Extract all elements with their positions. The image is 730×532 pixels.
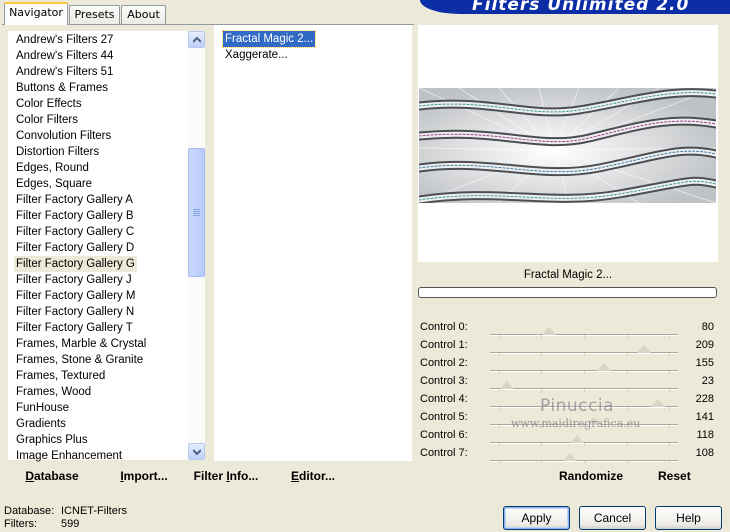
- filter-info-button[interactable]: Filter Info...: [193, 463, 259, 489]
- control-label: Control 4:: [420, 393, 468, 405]
- category-item[interactable]: Filter Factory Gallery G: [14, 256, 137, 272]
- category-item[interactable]: Gradients: [14, 416, 68, 432]
- watermark-site: www.maidiregrafica.eu: [511, 417, 641, 430]
- category-item[interactable]: Andrew's Filters 44: [14, 48, 115, 64]
- scroll-down-button[interactable]: [188, 443, 205, 460]
- control-slider[interactable]: [490, 363, 678, 375]
- editor-button[interactable]: Editor...: [290, 463, 336, 489]
- category-item[interactable]: Filter Factory Gallery D: [14, 240, 136, 256]
- category-item[interactable]: Frames, Textured: [14, 368, 107, 384]
- category-item[interactable]: Edges, Round: [14, 160, 91, 176]
- control-value: 23: [701, 375, 714, 387]
- control-slider[interactable]: [490, 345, 678, 357]
- filter-item[interactable]: Xaggerate...: [223, 47, 290, 63]
- filter-item[interactable]: Fractal Magic 2...: [221, 30, 317, 48]
- control-label: Control 7:: [420, 447, 468, 459]
- category-item[interactable]: Graphics Plus: [14, 432, 90, 448]
- category-item[interactable]: Edges, Square: [14, 176, 94, 192]
- filters-count: 599: [61, 518, 80, 530]
- tab-about[interactable]: About: [121, 5, 166, 24]
- filter-list[interactable]: Fractal Magic 2... Xaggerate...: [214, 25, 412, 461]
- control-value: 141: [695, 411, 714, 423]
- control-value: 118: [696, 429, 714, 441]
- tab-navigator[interactable]: Navigator: [4, 2, 68, 25]
- slider-thumb[interactable]: [500, 381, 514, 389]
- control-label: Control 3:: [420, 375, 468, 387]
- category-item[interactable]: Image Enhancement: [14, 448, 124, 464]
- control-label: Control 0:: [420, 321, 468, 333]
- scroll-thumb[interactable]: [188, 148, 205, 277]
- control-value: 155: [695, 357, 714, 369]
- category-item[interactable]: Andrew's Filters 51: [14, 64, 115, 80]
- category-item[interactable]: Filter Factory Gallery T: [14, 320, 135, 336]
- control-label: Control 5:: [420, 411, 468, 423]
- control-label: Control 1:: [420, 339, 468, 351]
- category-item[interactable]: Filter Factory Gallery A: [14, 192, 135, 208]
- tab-presets[interactable]: Presets: [69, 5, 120, 24]
- progress-bar: [418, 287, 717, 298]
- control-slider[interactable]: [490, 435, 678, 447]
- filters-label: Filters:: [4, 518, 37, 530]
- category-item[interactable]: Frames, Stone & Granite: [14, 352, 145, 368]
- control-1: Control 1: 209: [418, 337, 718, 357]
- category-item[interactable]: Frames, Wood: [14, 384, 93, 400]
- category-item[interactable]: FunHouse: [14, 400, 71, 416]
- control-value: 209: [695, 339, 714, 351]
- category-scrollbar[interactable]: [188, 31, 205, 460]
- category-item[interactable]: Color Filters: [14, 112, 80, 128]
- chevron-up-icon: [193, 37, 201, 43]
- category-item[interactable]: Filter Factory Gallery B: [14, 208, 136, 224]
- control-slider[interactable]: [490, 327, 678, 339]
- cancel-button[interactable]: Cancel: [579, 506, 646, 530]
- control-value: 228: [695, 393, 714, 405]
- category-item[interactable]: Buttons & Frames: [14, 80, 110, 96]
- left-button-bar: Database Import... Filter Info... Editor…: [8, 463, 413, 489]
- import-button[interactable]: Import...: [114, 463, 174, 489]
- category-item[interactable]: Color Effects: [14, 96, 84, 112]
- category-item[interactable]: Frames, Marble & Crystal: [14, 336, 148, 352]
- category-list[interactable]: Andrew's Filters 27 Andrew's Filters 44 An…: [8, 31, 188, 462]
- reset-button[interactable]: Reset: [658, 463, 691, 489]
- category-item[interactable]: Convolution Filters: [14, 128, 113, 144]
- control-0: Control 0: 80: [418, 319, 718, 339]
- slider-thumb[interactable]: [563, 453, 577, 461]
- help-button[interactable]: Help: [655, 506, 722, 530]
- apply-button[interactable]: Apply: [503, 506, 570, 530]
- category-item[interactable]: Filter Factory Gallery M: [14, 288, 138, 304]
- control-value: 108: [695, 447, 714, 459]
- app-title: Filters Unlimited 2.0: [472, 0, 690, 14]
- app-banner: Filters Unlimited 2.0: [420, 0, 730, 14]
- randomize-button[interactable]: Randomize: [559, 463, 623, 489]
- filter-name-label: Fractal Magic 2...: [418, 264, 718, 286]
- database-value: ICNET-Filters: [61, 505, 127, 517]
- database-button[interactable]: Database: [24, 463, 80, 489]
- slider-thumb[interactable]: [637, 345, 651, 353]
- slider-thumb[interactable]: [542, 327, 556, 335]
- control-2: Control 2: 155: [418, 355, 718, 375]
- slider-thumb[interactable]: [651, 399, 665, 407]
- watermark-name: Pinuccia: [540, 396, 614, 416]
- control-value: 80: [701, 321, 714, 333]
- category-item[interactable]: Distortion Filters: [14, 144, 101, 160]
- category-item[interactable]: Filter Factory Gallery C: [14, 224, 136, 240]
- control-slider[interactable]: [490, 381, 678, 393]
- control-label: Control 2:: [420, 357, 468, 369]
- control-label: Control 6:: [420, 429, 468, 441]
- control-7: Control 7: 108: [418, 445, 718, 465]
- database-label: Database:: [4, 505, 55, 517]
- category-item[interactable]: Andrew's Filters 27: [14, 32, 115, 48]
- control-slider[interactable]: [490, 453, 678, 465]
- scroll-up-button[interactable]: [188, 31, 205, 48]
- slider-thumb[interactable]: [597, 363, 611, 371]
- chevron-down-icon: [193, 449, 201, 455]
- category-item[interactable]: Filter Factory Gallery N: [14, 304, 136, 320]
- category-item[interactable]: Filter Factory Gallery J: [14, 272, 134, 288]
- control-3: Control 3: 23: [418, 373, 718, 393]
- slider-thumb[interactable]: [570, 435, 584, 443]
- preview-image: [419, 88, 716, 203]
